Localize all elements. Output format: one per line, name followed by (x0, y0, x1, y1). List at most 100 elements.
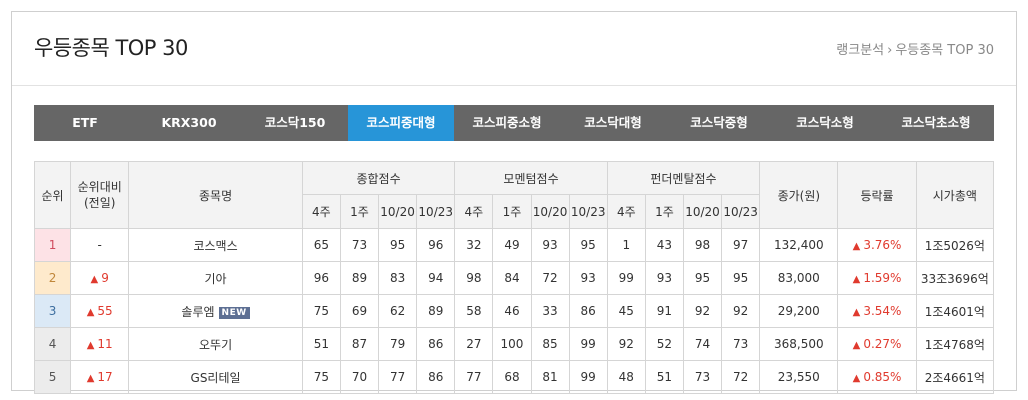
header-period[interactable]: 10/23 (568, 194, 608, 229)
change-rate-cell: ▲ 3.54% (837, 294, 917, 328)
stock-name-cell[interactable]: 기아 (128, 261, 303, 295)
up-triangle-icon: ▲ (852, 274, 861, 285)
fundamental-score-cell: 72 (721, 360, 761, 394)
table-row[interactable]: 1- 코스맥스 65 73 95 96 32 49 93 95 1 43 98 97 132,400 ▲ 3.7… (33, 228, 995, 262)
rank-cell: 2 (33, 261, 72, 295)
total-score-cell: 96 (301, 261, 341, 295)
header-rank-change-line: 순위대비 (77, 180, 122, 194)
rank-change-value: 9 (101, 271, 109, 285)
table-row[interactable]: 3 ▲ 55 솔루엠 NEW 75 69 62 89 58 46 33 86 45 91 92 92 29,200… (33, 294, 995, 328)
header-period[interactable]: 4주 (454, 194, 494, 229)
total-score-cell: 89 (416, 294, 456, 328)
market-tabs: ETF KRX300 코스닥150 코스피중대형 코스피중소형 코스닥대형 코스닥중형 코스닥… (34, 105, 994, 141)
up-triangle-icon: ▲ (852, 241, 861, 252)
stock-name-cell[interactable]: 오뚜기 (128, 327, 303, 361)
total-score-cell: 94 (416, 261, 456, 295)
breadcrumb: 랭크분석 › 우등종목 TOP 30 (836, 39, 994, 58)
header-total-score[interactable]: 종합점수 (301, 161, 456, 195)
breadcrumb-parent[interactable]: 랭크분석 (836, 43, 884, 58)
rank-change-cell: ▲ 9 (70, 261, 130, 295)
stock-name[interactable]: GS리테일 (191, 371, 241, 385)
change-rate-value: 3.54% (863, 304, 902, 318)
header-period[interactable]: 4주 (606, 194, 646, 229)
header-period[interactable]: 1주 (644, 194, 684, 229)
market-cap-cell: 1조4768억 (915, 327, 995, 361)
header-period[interactable]: 4주 (301, 194, 341, 229)
up-triangle-icon: ▲ (86, 340, 95, 351)
momentum-score-cell: 27 (454, 327, 494, 361)
momentum-score-cell: 86 (568, 294, 608, 328)
rank-change-value: 11 (97, 337, 113, 351)
momentum-score-cell: 58 (454, 294, 494, 328)
fundamental-score-cell: 73 (721, 327, 761, 361)
rank-change-value: 55 (97, 304, 113, 318)
fundamental-score-cell: 99 (606, 261, 646, 295)
total-score-cell: 86 (416, 327, 456, 361)
header-price: 종가(원) (759, 161, 839, 229)
up-triangle-icon: ▲ (852, 373, 861, 384)
header-period[interactable]: 10/20 (530, 194, 570, 229)
stock-name-cell[interactable]: 솔루엠 NEW (128, 294, 303, 328)
header-change: 등락률 (837, 161, 917, 229)
momentum-score-cell: 46 (492, 294, 532, 328)
change-rate-value: 3.76% (863, 238, 902, 252)
price-cell: 23,550 (759, 360, 839, 394)
total-score-cell: 70 (339, 360, 380, 394)
total-score-cell: 73 (339, 228, 380, 262)
total-score-cell: 77 (378, 360, 418, 394)
fundamental-score-cell: 1 (606, 228, 646, 262)
header-rank: 순위 (33, 161, 72, 229)
fundamental-score-cell: 92 (682, 294, 723, 328)
fundamental-score-cell: 95 (682, 261, 723, 295)
table-row[interactable]: 4 ▲ 11 오뚜기 51 87 79 86 27 100 85 99 92 52 74 73 368,500 ▲… (33, 327, 995, 361)
stock-name[interactable]: 기아 (205, 272, 227, 286)
stock-name[interactable]: 솔루엠 (181, 305, 214, 319)
momentum-score-cell: 100 (492, 327, 532, 361)
fundamental-score-cell: 97 (721, 228, 761, 262)
total-score-cell: 75 (301, 360, 341, 394)
fundamental-score-cell: 48 (606, 360, 646, 394)
fundamental-score-cell: 51 (644, 360, 684, 394)
header-fundamental-score[interactable]: 펀더멘탈점수 (606, 161, 761, 195)
header-period[interactable]: 10/23 (416, 194, 456, 229)
momentum-score-cell: 95 (568, 228, 608, 262)
tab-8[interactable]: 코스닥초소형 (878, 105, 994, 141)
rank-change-cell: ▲ 11 (70, 327, 130, 361)
tab-6[interactable]: 코스닥중형 (666, 105, 772, 141)
header-momentum-score[interactable]: 모멘텀점수 (454, 161, 608, 195)
content-panel: 우등종목 TOP 30 랭크분석 › 우등종목 TOP 30 ETF KRX300 코스… (11, 11, 1017, 394)
header-period[interactable]: 1주 (339, 194, 380, 229)
header-market-cap: 시가총액 (915, 161, 995, 229)
stock-name-cell[interactable]: 코스맥스 (128, 228, 303, 262)
fundamental-score-cell: 92 (606, 327, 646, 361)
stock-name-cell[interactable]: GS리테일 (128, 360, 303, 394)
header-period[interactable]: 10/20 (682, 194, 723, 229)
tab-7[interactable]: 코스닥소형 (772, 105, 878, 141)
header-period[interactable]: 10/23 (721, 194, 761, 229)
tab-0[interactable]: ETF (34, 105, 136, 141)
page-header: 우등종목 TOP 30 랭크분석 › 우등종목 TOP 30 (12, 12, 1016, 86)
stock-name[interactable]: 코스맥스 (193, 239, 237, 253)
header-rank-change: 순위대비 (전일) (70, 161, 130, 229)
fundamental-score-cell: 92 (721, 294, 761, 328)
header-period[interactable]: 1주 (492, 194, 532, 229)
table-row[interactable]: 2 ▲ 9 기아 96 89 83 94 98 84 72 93 99 93 95 95 83,000 ▲ 1.59… (33, 261, 995, 295)
up-triangle-icon: ▲ (86, 373, 95, 384)
total-score-cell: 79 (378, 327, 418, 361)
momentum-score-cell: 93 (568, 261, 608, 295)
table-row[interactable]: 5 ▲ 17 GS리테일 75 70 77 86 77 68 81 99 48 51 73 72 23,550 ▲… (33, 360, 995, 394)
tab-3[interactable]: 코스피중대형 (348, 105, 454, 141)
stock-name[interactable]: 오뚜기 (199, 338, 232, 352)
total-score-cell: 89 (339, 261, 380, 295)
rank-cell: 5 (33, 360, 72, 394)
change-rate-value: 0.27% (863, 337, 902, 351)
tab-4[interactable]: 코스피중소형 (454, 105, 560, 141)
rank-change-cell: - (70, 228, 130, 262)
tab-2[interactable]: 코스닥150 (242, 105, 348, 141)
price-cell: 83,000 (759, 261, 839, 295)
header-period[interactable]: 10/20 (378, 194, 418, 229)
momentum-score-cell: 99 (568, 360, 608, 394)
tab-5[interactable]: 코스닥대형 (560, 105, 666, 141)
up-triangle-icon: ▲ (90, 274, 99, 285)
tab-1[interactable]: KRX300 (136, 105, 242, 141)
